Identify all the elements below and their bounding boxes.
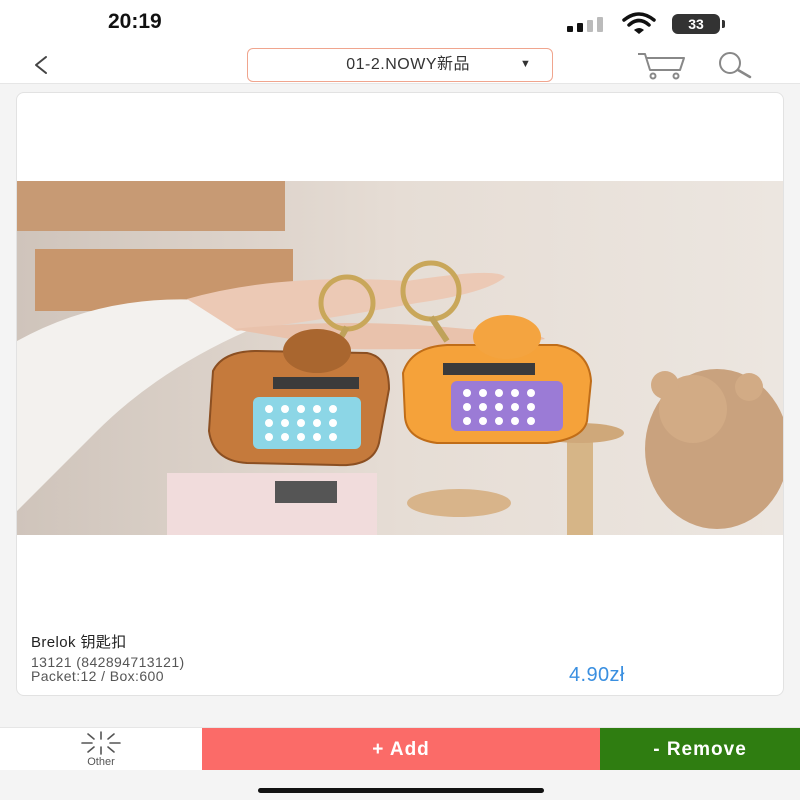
- nav-bar: 01-2.NOWY新品 ▼: [0, 46, 800, 84]
- battery-icon: 33: [672, 14, 720, 34]
- status-time: 20:19: [108, 10, 162, 33]
- sparkle-icon: [81, 731, 121, 755]
- add-button[interactable]: + Add: [202, 728, 600, 771]
- battery-level: 33: [688, 16, 704, 32]
- caret-down-icon: ▼: [520, 58, 531, 70]
- battery-nub: [722, 20, 725, 28]
- product-image[interactable]: [17, 181, 783, 535]
- product-price: 4.90zł: [569, 664, 625, 686]
- chevron-left-icon[interactable]: [28, 50, 54, 80]
- wifi-icon: [622, 12, 656, 34]
- action-bar: Other + Add - Remove: [0, 727, 800, 771]
- signal-icon: [567, 16, 609, 32]
- product-card[interactable]: Brelok 钥匙扣 13121 (842894713121) Packet:1…: [16, 92, 784, 696]
- search-icon[interactable]: [710, 50, 756, 80]
- other-label: Other: [87, 756, 115, 768]
- other-button[interactable]: Other: [0, 728, 202, 771]
- home-indicator[interactable]: [258, 788, 544, 793]
- category-dropdown[interactable]: 01-2.NOWY新品 ▼: [247, 48, 553, 82]
- cart-icon[interactable]: [636, 50, 688, 80]
- cork-board-top: [17, 181, 285, 231]
- remove-button[interactable]: - Remove: [600, 728, 800, 771]
- product-page: 20:19 33 01-2.NOWY新品 ▼ Brelok 钥匙扣 13121 …: [0, 0, 800, 800]
- status-bar: 20:19 33: [0, 0, 800, 46]
- product-name: Brelok 钥匙扣: [31, 634, 127, 651]
- home-area: [0, 770, 800, 800]
- category-label: 01-2.NOWY新品: [346, 56, 470, 73]
- product-packaging: Packet:12 / Box:600: [31, 668, 164, 684]
